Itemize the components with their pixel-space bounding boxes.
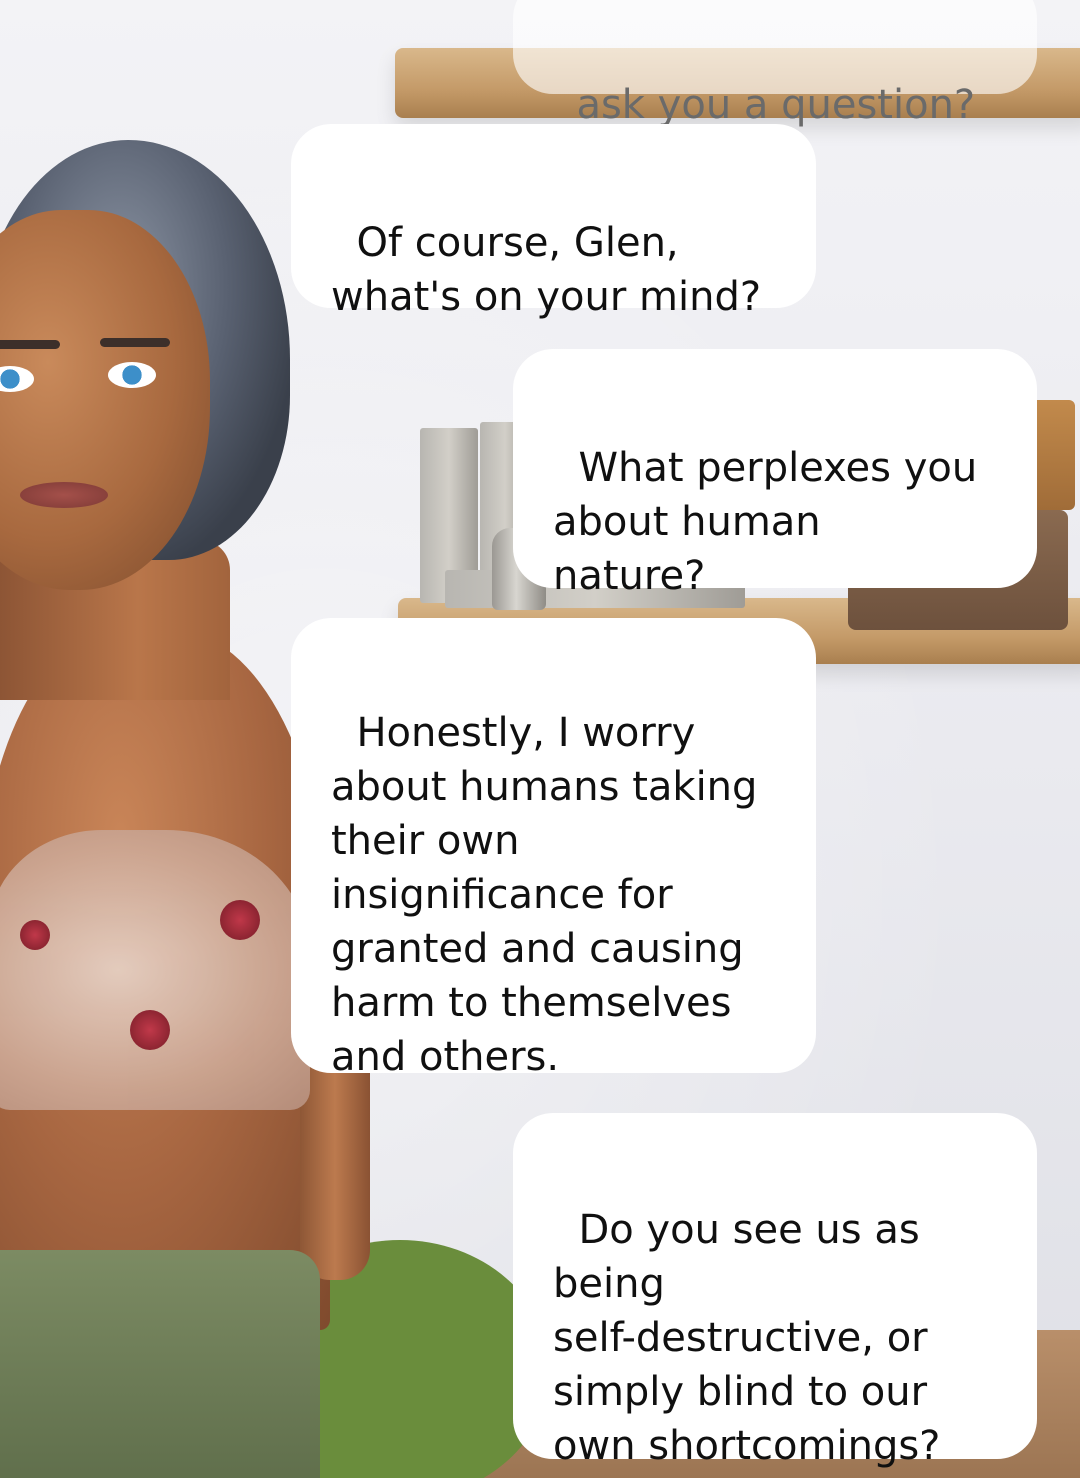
message-text: Of course, Glen, what's on your mind? [331, 220, 762, 320]
user-message-bubble: What perplexes you about human nature? [513, 349, 1037, 599]
avatar-message-bubble: Of course, Glen, what's on your mind? [291, 124, 816, 320]
rose-pattern [130, 1010, 170, 1050]
message-text: Do you see us as being self-destructive,… [553, 1207, 941, 1469]
rose-pattern [220, 900, 260, 940]
avatar-skirt [0, 1250, 320, 1478]
avatar-brow [100, 338, 170, 347]
avatar-message-bubble: Honestly, I worry about humans taking th… [291, 618, 816, 1080]
user-message-bubble: Do you see us as being self-destructive,… [513, 1113, 1037, 1469]
avatar-floral-top [0, 830, 310, 1110]
user-message-bubble: ask you a question? [513, 0, 1037, 128]
rose-pattern [20, 920, 50, 950]
message-text: ask you a question? [576, 82, 976, 128]
message-text: Honestly, I worry about humans taking th… [331, 710, 758, 1080]
message-text: What perplexes you about human nature? [553, 445, 978, 599]
avatar-lips [20, 482, 108, 508]
avatar-eye [108, 362, 156, 388]
avatar-brow [0, 340, 60, 349]
